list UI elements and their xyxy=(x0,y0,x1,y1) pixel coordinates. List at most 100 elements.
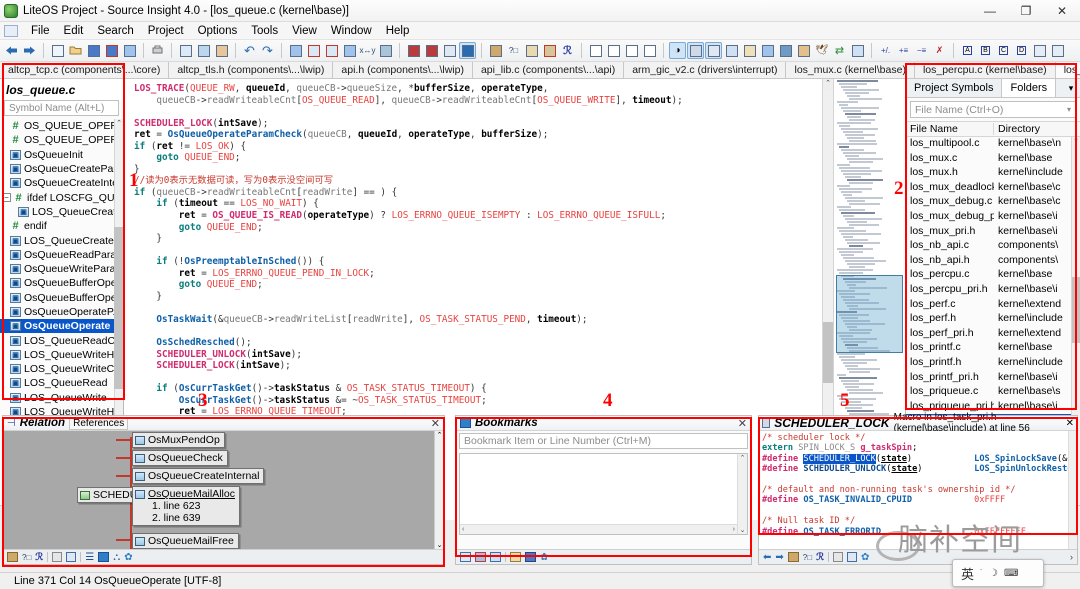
gear-icon[interactable]: ✿ xyxy=(861,552,869,563)
symbol-list-item[interactable]: ▣LOS_QueueCreate xyxy=(0,233,123,247)
symbol-search-input[interactable]: Symbol Name (Alt+L) xyxy=(4,100,119,116)
file-table-row[interactable]: los_percpu.ckernel\base xyxy=(906,268,1080,283)
clock-icon[interactable]: ◑ xyxy=(669,42,686,59)
bookmark-input[interactable]: Bookmark Item or Line Number (Ctrl+M) xyxy=(459,433,748,449)
symbol-list-item[interactable]: ▣OsQueueWritePara xyxy=(0,262,123,276)
file-table-row[interactable]: los_printf.hkernel\include xyxy=(906,356,1080,371)
close-button[interactable]: ✕ xyxy=(1044,0,1080,22)
cascade-icon[interactable] xyxy=(641,42,658,59)
tab-folders[interactable]: Folders xyxy=(1002,79,1056,97)
pin-icon[interactable] xyxy=(66,552,76,562)
relation-canvas[interactable]: SCHEDULER_LOCK OsMuxPendOp OsQueueCheck … xyxy=(3,431,444,549)
style-b-icon[interactable]: B xyxy=(977,42,994,59)
split-window-icon[interactable] xyxy=(623,42,640,59)
relation-refs-icon[interactable]: ℛ xyxy=(816,552,824,563)
minimize-button[interactable]: — xyxy=(972,0,1008,22)
browse-project-icon[interactable] xyxy=(487,42,504,59)
back-icon[interactable]: ⬅ xyxy=(763,552,771,563)
ime-indicator[interactable]: 英 ˙ ☽ ⌨ xyxy=(952,559,1044,587)
symbol-list-item[interactable]: ▣LOS_QueueWriteH xyxy=(0,348,123,362)
column-header-file-name[interactable]: File Name xyxy=(906,123,994,135)
symbol-list-item[interactable]: #OS_QUEUE_OPERAT xyxy=(0,133,123,147)
search-backward-icon[interactable] xyxy=(323,42,340,59)
symbol-list-item[interactable]: ▣LOS_QueueWrite xyxy=(0,391,123,405)
file-properties-icon[interactable] xyxy=(723,42,740,59)
scroll-right-icon[interactable]: › xyxy=(1070,552,1073,562)
scrollbar-thumb[interactable] xyxy=(114,227,123,389)
symbol-list-item[interactable]: #OS_QUEUE_OPERAT xyxy=(0,119,123,133)
scroll-up-icon[interactable]: ⌃ xyxy=(823,79,833,90)
file-table-row[interactable]: los_printf.ckernel\base xyxy=(906,341,1080,356)
symbol-info-icon[interactable]: ?□ xyxy=(22,553,31,562)
tab-more-chevron-down-icon[interactable]: ▾ xyxy=(1062,79,1080,97)
relation-node-osqueuecheck[interactable]: OsQueueCheck xyxy=(132,450,228,466)
relation-graph[interactable]: SCHEDULER_LOCK OsMuxPendOp OsQueueCheck … xyxy=(3,431,444,549)
tab-project-symbols[interactable]: Project Symbols xyxy=(906,79,1002,97)
keyboard-icon[interactable]: ⌨ xyxy=(1004,568,1018,579)
add-half-icon[interactable]: +/. xyxy=(877,42,894,59)
file-table-row[interactable]: los_mux.ckernel\base xyxy=(906,152,1080,167)
goto-bookmark-icon[interactable] xyxy=(490,552,501,562)
file-table-row[interactable]: los_perf.hkernel\include xyxy=(906,312,1080,327)
lock-icon[interactable] xyxy=(795,42,812,59)
search-forward-icon[interactable] xyxy=(305,42,322,59)
menu-item-options[interactable]: Options xyxy=(191,24,245,38)
symbol-list-item[interactable]: ▣OsQueueInit xyxy=(0,148,123,162)
file-table-row[interactable]: los_perf.ckernel\extend xyxy=(906,298,1080,313)
scroll-up-icon[interactable]: ⌃ xyxy=(738,454,747,462)
symbol-list-item[interactable]: ▣OsQueueCreateInte xyxy=(0,176,123,190)
file-table-row[interactable]: los_priqueue.ckernel\base\s xyxy=(906,385,1080,400)
symbol-list-item[interactable]: #endif xyxy=(0,219,123,233)
bookmark-list-vscrollbar[interactable]: ⌃ ⌄ xyxy=(737,454,747,534)
scroll-left-icon[interactable]: ‹ xyxy=(462,526,464,533)
cut-icon[interactable] xyxy=(177,42,194,59)
browse-icon[interactable] xyxy=(788,552,799,562)
pin-icon[interactable] xyxy=(847,552,857,562)
close-icon[interactable]: ✕ xyxy=(1066,418,1074,429)
print-icon[interactable] xyxy=(149,42,166,59)
open-icon[interactable] xyxy=(510,552,521,562)
back-icon[interactable] xyxy=(3,42,20,59)
browse-icon[interactable] xyxy=(7,552,18,562)
file-tab-api-h[interactable]: api.h (components\...\lwip) xyxy=(333,62,473,78)
symbol-window-icon[interactable] xyxy=(687,42,704,59)
relation-node-ref-2[interactable]: 2. line 639 xyxy=(135,512,200,524)
clear-icon[interactable]: ✗ xyxy=(931,42,948,59)
lock-icon[interactable] xyxy=(52,552,62,562)
redo-icon[interactable]: ↷ xyxy=(259,42,276,59)
bookmark-list-icon[interactable] xyxy=(441,42,458,59)
symbol-list-item[interactable]: ▣OsQueueOperate xyxy=(0,319,123,333)
file-table-row[interactable]: los_percpu_pri.hkernel\base\i xyxy=(906,283,1080,298)
file-table-row[interactable]: los_mux_pri.hkernel\base\i xyxy=(906,225,1080,240)
add-line-icon[interactable]: +≡ xyxy=(895,42,912,59)
list-view-icon[interactable]: ☰ xyxy=(85,552,94,563)
paste-icon[interactable] xyxy=(213,42,230,59)
dot-icon[interactable]: ˙ xyxy=(980,568,983,578)
ime-language-label[interactable]: 英 xyxy=(961,564,974,583)
file-table-row[interactable]: los_perf_pri.hkernel\extend xyxy=(906,327,1080,342)
open-folder-icon[interactable] xyxy=(741,42,758,59)
context-scrollbar[interactable] xyxy=(1068,431,1077,549)
bookmark-list[interactable]: ⌃ ⌄ ‹ › xyxy=(459,453,748,535)
symbol-list-item[interactable]: ▣LOS_QueueWriteCo xyxy=(0,362,123,376)
file-tab-altcp-tcp[interactable]: altcp_tcp.c (components\...\core) xyxy=(0,62,169,78)
graph-view-icon[interactable] xyxy=(98,552,109,562)
column-header-directory[interactable]: Directory xyxy=(994,123,1080,135)
close-icon[interactable]: ✕ xyxy=(431,417,440,430)
file-tab-los-queue[interactable]: los_queue.c (kernel\base) ✕ xyxy=(1056,62,1080,78)
document-menu-icon[interactable] xyxy=(4,25,18,37)
file-table-row[interactable]: los_mux_deadlock.ckernel\base\c xyxy=(906,181,1080,196)
forward-icon[interactable]: ➡ xyxy=(775,552,783,563)
file-table-row[interactable]: los_multipool.ckernel\base\n xyxy=(906,137,1080,152)
menu-item-help[interactable]: Help xyxy=(379,24,417,38)
menu-item-edit[interactable]: Edit xyxy=(57,24,91,38)
relation-refs-icon[interactable]: ℛ xyxy=(35,552,43,563)
scroll-up-icon[interactable]: ⌃ xyxy=(1072,137,1080,145)
gear-icon[interactable]: ✿ xyxy=(540,552,548,563)
replace-icon[interactable]: x↔y xyxy=(359,42,376,59)
bookmark-list-hscrollbar[interactable]: ‹ › xyxy=(460,524,737,534)
panel2-icon[interactable] xyxy=(1049,42,1066,59)
scroll-up-icon[interactable]: ⌃ xyxy=(115,119,123,127)
style-c-icon[interactable]: C xyxy=(995,42,1012,59)
file-name-search-input[interactable]: File Name (Ctrl+O) ▾ xyxy=(910,101,1076,118)
